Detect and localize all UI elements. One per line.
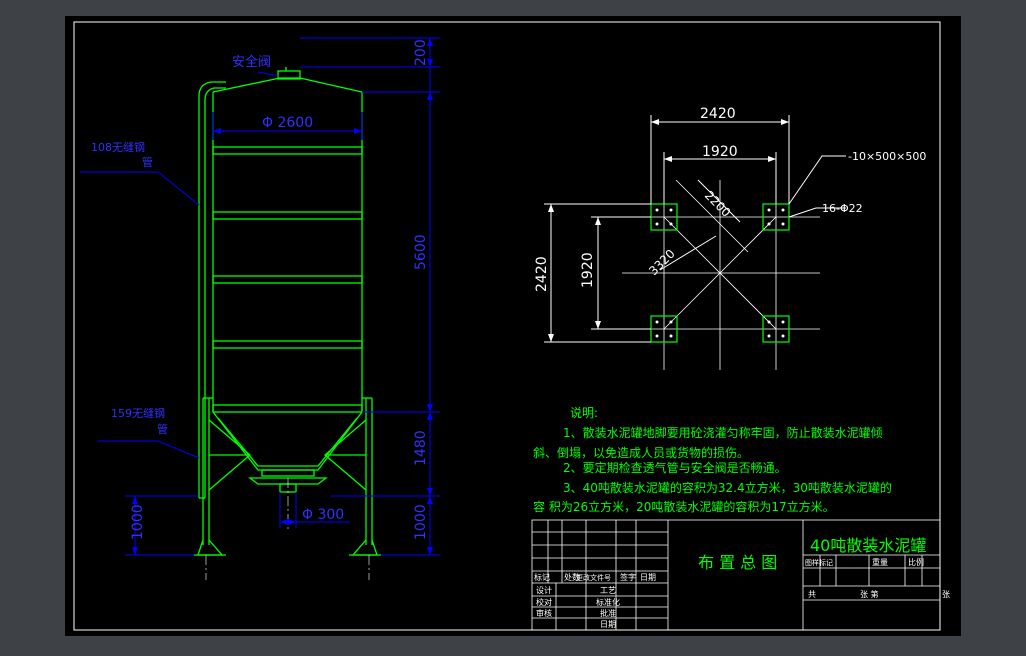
dim-top: 200 xyxy=(413,39,429,66)
pipe-108-label: 108无缝钢 xyxy=(91,140,145,154)
sign-row-5: 标准化 xyxy=(596,597,620,607)
dim-outlet: Φ 300 xyxy=(302,507,344,523)
info-header-1: 图样标记 xyxy=(805,558,833,567)
notes-line-3: 2、要定期检查透气管与安全阀是否畅通。 xyxy=(563,460,787,475)
notes-line-5: 容 积为26立方米，20吨散装水泥罐的容积为17立方米。 xyxy=(533,499,835,514)
sign-row-3: 审核 xyxy=(536,608,552,618)
info-header-2: 重量 xyxy=(872,557,888,567)
dim-inner-h: 1920 xyxy=(702,144,738,160)
rev-header-4: 签字 xyxy=(620,572,636,582)
pipe-159-label: 159无缝钢 xyxy=(111,406,165,420)
dim-leg: 1000 xyxy=(413,504,429,540)
pipe-159-label-2: 管 xyxy=(157,422,168,436)
cad-viewport[interactable]: 安全阀 108无缝钢 管 159无缝钢 管 Φ 2600 Φ 300 200 5… xyxy=(0,0,1026,652)
dim-body: 5600 xyxy=(413,234,429,270)
dim-diameter: Φ 2600 xyxy=(262,115,313,131)
plate-label: -10×500×500 xyxy=(848,150,926,163)
sign-row-6: 批准 xyxy=(600,608,616,618)
sign-row-1: 设计 xyxy=(536,585,552,595)
sheet-end: 张 xyxy=(942,590,950,599)
dim-leg-left: 1000 xyxy=(130,504,146,540)
project-title: 40吨散装水泥罐 xyxy=(810,536,926,555)
notes-heading: 说明: xyxy=(570,405,598,420)
info-header-3: 比例 xyxy=(908,557,924,567)
safety-valve-label: 安全阀 xyxy=(232,54,271,70)
sign-row-2: 校对 xyxy=(536,597,552,607)
notes-line-1: 1、散装水泥罐地脚要用砼浇灌匀称牢固，防止散装水泥罐倾 xyxy=(563,425,883,440)
cad-drawing: 安全阀 108无缝钢 管 159无缝钢 管 Φ 2600 Φ 300 200 5… xyxy=(65,16,961,636)
sign-row-7: 日期 xyxy=(600,620,616,629)
bolt-label: 16-Φ22 xyxy=(822,202,863,215)
rev-header-5: 日期 xyxy=(640,573,656,582)
dim-outer-h: 2420 xyxy=(700,106,736,122)
dim-outer-v: 2420 xyxy=(534,256,550,292)
sheet-total: 共 xyxy=(808,590,816,599)
notes-line-2: 斜、倒塌，以免造成人员或货物的损伤。 xyxy=(533,445,749,460)
notes-line-4: 3、40吨散装水泥罐的容积为32.4立方米，30吨散装水泥罐的 xyxy=(563,480,892,495)
rev-header-1: 标记 xyxy=(534,572,550,582)
dim-cone: 1480 xyxy=(413,430,429,466)
sign-row-4: 工艺 xyxy=(600,586,616,595)
drawing-name: 布 置 总 图 xyxy=(698,553,777,572)
sheet-no: 张 第 xyxy=(860,589,879,599)
pipe-108-label-2: 管 xyxy=(142,155,153,169)
dim-inner-v: 1920 xyxy=(580,252,596,288)
rev-header-3: 更改文件号 xyxy=(576,573,611,582)
